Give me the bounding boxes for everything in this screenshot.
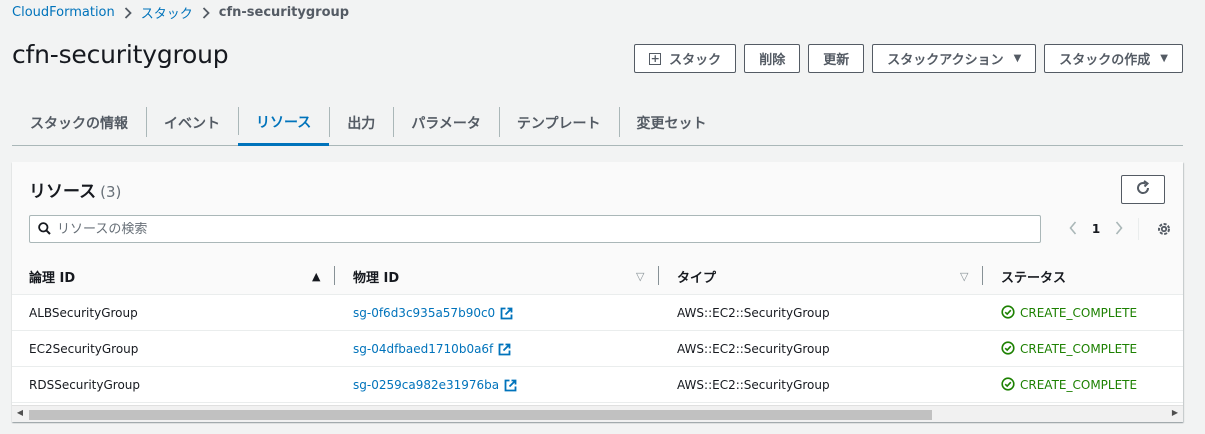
resource-search-input[interactable]	[57, 221, 1040, 237]
sort-descending-icon: ▽	[960, 269, 969, 283]
physical-id-cell: sg-0259ca982e31976ba	[353, 367, 517, 403]
stack-button[interactable]: + スタック	[634, 44, 737, 73]
horizontal-scrollbar[interactable]: ◀ ▶	[12, 405, 1183, 422]
sort-descending-icon: ▽	[636, 269, 645, 283]
resources-panel: リソース(3) 1 論理 ID	[12, 162, 1183, 422]
settings-gear-icon[interactable]	[1156, 221, 1172, 241]
status-cell: CREATE_COMPLETE	[1001, 331, 1137, 367]
column-divider[interactable]	[982, 266, 983, 285]
column-header-label: ステータス	[1001, 270, 1067, 286]
tab-label: 変更セット	[636, 116, 707, 132]
tab-label: テンプレート	[516, 116, 601, 132]
breadcrumb-cloudformation[interactable]: CloudFormation	[12, 5, 115, 20]
chevron-right-icon[interactable]	[1108, 219, 1130, 240]
tab-label: リソース	[256, 115, 312, 131]
caret-down-icon: ▼	[1013, 53, 1022, 64]
pagination: 1	[1062, 217, 1147, 241]
resources-title-text: リソース	[29, 182, 97, 202]
physical-id-cell: sg-0f6d3c935a57b90c0	[353, 295, 513, 331]
caret-down-icon: ▼	[1160, 53, 1168, 64]
chevron-left-icon[interactable]	[1062, 219, 1084, 240]
status-cell: CREATE_COMPLETE	[1001, 367, 1137, 403]
sort-ascending-icon: ▲	[312, 269, 321, 283]
column-header-physical-id[interactable]: 物理 ID ▽	[353, 258, 653, 294]
tab-label: スタックの情報	[30, 116, 128, 132]
status-text: CREATE_COMPLETE	[1020, 378, 1138, 392]
tab-template[interactable]: テンプレート	[498, 101, 619, 145]
tab-change-sets[interactable]: 変更セット	[618, 101, 725, 145]
delete-button-label: 削除	[759, 53, 786, 68]
success-check-icon	[1001, 376, 1020, 394]
scrollbar-thumb[interactable]	[29, 410, 932, 420]
column-header-logical-id[interactable]: 論理 ID ▲	[29, 258, 329, 294]
table-row: RDSSecurityGroup sg-0259ca982e31976ba AW…	[12, 367, 1183, 403]
resources-panel-header: リソース(3) 1	[12, 162, 1183, 258]
type-cell: AWS::EC2::SecurityGroup	[677, 306, 830, 320]
physical-id-link[interactable]: sg-04dfbaed1710b0a6f	[353, 342, 493, 356]
delete-button[interactable]: 削除	[744, 44, 801, 73]
tab-events[interactable]: イベント	[146, 101, 238, 145]
breadcrumb-current: cfn-securitygroup	[218, 5, 350, 20]
stack-tabs: スタックの情報 イベント リソース 出力 パラメータ テンプレート 変更セット	[12, 101, 1183, 146]
column-header-type[interactable]: タイプ ▽	[677, 258, 977, 294]
status-text: CREATE_COMPLETE	[1020, 342, 1138, 356]
chevron-right-icon	[202, 6, 210, 19]
column-divider[interactable]	[334, 266, 335, 285]
column-header-label: タイプ	[677, 270, 717, 286]
tab-parameters[interactable]: パラメータ	[393, 101, 499, 145]
resources-count: (3)	[100, 183, 122, 201]
stack-button-label: スタック	[669, 53, 722, 68]
external-link-icon[interactable]	[504, 379, 517, 392]
search-icon	[38, 220, 51, 239]
refresh-icon	[1135, 180, 1151, 199]
column-divider[interactable]	[658, 266, 659, 285]
table-row: ALBSecurityGroup sg-0f6d3c935a57b90c0 AW…	[12, 295, 1183, 331]
resource-search-box	[29, 215, 1041, 243]
chevron-right-icon	[124, 6, 132, 19]
table-row: EC2SecurityGroup sg-04dfbaed1710b0a6f AW…	[12, 331, 1183, 367]
status-cell: CREATE_COMPLETE	[1001, 295, 1137, 331]
update-button[interactable]: 更新	[808, 44, 865, 73]
stack-action-buttons: + スタック 削除 更新 スタックアクション ▼ スタックの作成 ▼	[634, 44, 1183, 73]
success-check-icon	[1001, 340, 1020, 358]
type-cell: AWS::EC2::SecurityGroup	[677, 378, 830, 392]
tab-label: イベント	[164, 116, 220, 132]
breadcrumb-stacks[interactable]: スタック	[141, 3, 193, 22]
resources-table-header: 論理 ID ▲ 物理 ID ▽ タイプ ▽ ステータス	[12, 258, 1183, 295]
pager-divider	[1138, 218, 1139, 240]
current-page-number[interactable]: 1	[1084, 222, 1108, 236]
stack-actions-dropdown[interactable]: スタックアクション ▼	[872, 44, 1037, 73]
refresh-button[interactable]	[1121, 175, 1165, 204]
update-button-label: 更新	[823, 53, 850, 68]
scroll-left-arrow-icon[interactable]: ◀	[14, 408, 26, 417]
plus-box-icon: +	[649, 52, 662, 65]
scroll-right-arrow-icon[interactable]: ▶	[1169, 408, 1181, 417]
logical-id-cell: RDSSecurityGroup	[29, 378, 141, 392]
column-header-label: 物理 ID	[353, 270, 400, 286]
page-title: cfn-securitygroup	[12, 40, 229, 69]
tab-label: 出力	[347, 116, 376, 132]
physical-id-link[interactable]: sg-0f6d3c935a57b90c0	[353, 306, 495, 320]
column-header-label: 論理 ID	[29, 270, 76, 286]
external-link-icon[interactable]	[500, 307, 513, 320]
physical-id-cell: sg-04dfbaed1710b0a6f	[353, 331, 511, 367]
resources-title: リソース (3)	[29, 177, 121, 202]
logical-id-cell: EC2SecurityGroup	[29, 342, 139, 356]
tab-label: パラメータ	[411, 116, 481, 132]
create-stack-dropdown[interactable]: スタックの作成 ▼	[1044, 44, 1183, 73]
tab-resources[interactable]: リソース	[238, 101, 330, 146]
column-header-status[interactable]: ステータス	[1001, 258, 1171, 294]
logical-id-cell: ALBSecurityGroup	[29, 306, 138, 320]
stack-actions-label: スタックアクション	[887, 53, 1004, 68]
success-check-icon	[1001, 304, 1020, 322]
physical-id-link[interactable]: sg-0259ca982e31976ba	[353, 378, 499, 392]
create-stack-label: スタックの作成	[1059, 53, 1151, 68]
tab-stack-info[interactable]: スタックの情報	[12, 101, 146, 145]
breadcrumb: CloudFormation スタック cfn-securitygroup	[12, 3, 349, 22]
tab-outputs[interactable]: 出力	[329, 101, 393, 145]
external-link-icon[interactable]	[498, 343, 511, 356]
type-cell: AWS::EC2::SecurityGroup	[677, 342, 830, 356]
status-text: CREATE_COMPLETE	[1020, 306, 1138, 320]
